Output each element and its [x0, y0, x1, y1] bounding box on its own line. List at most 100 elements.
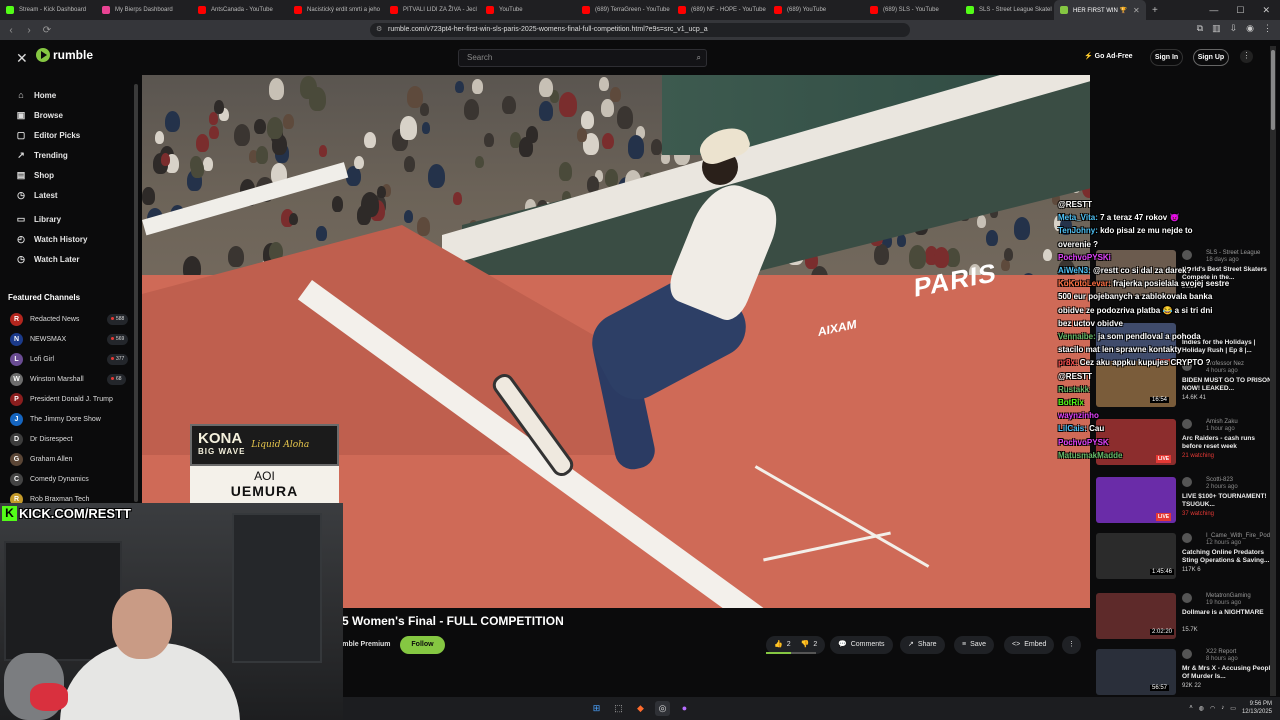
channel-name[interactable]: Amish Zaku: [1206, 419, 1238, 425]
embed-button[interactable]: <> Embed: [1004, 636, 1055, 654]
featured-channel[interactable]: W Winston Marshall 68: [10, 373, 130, 386]
sidebar-scrollbar[interactable]: [134, 84, 138, 502]
sidebar-item-trending[interactable]: ↗ Trending: [16, 150, 68, 161]
go-ad-free-button[interactable]: ⚡ Go Ad-Free: [1084, 52, 1133, 60]
featured-channel[interactable]: L Lofi Girl 377: [10, 353, 130, 366]
sidebar-item-editor-picks[interactable]: ▢ Editor Picks: [16, 130, 81, 141]
channel-name[interactable]: Professor Nez: [1206, 361, 1244, 367]
featured-channel[interactable]: R Redacted News 588: [10, 313, 130, 326]
brave-icon[interactable]: ◆: [633, 701, 648, 716]
battery-icon[interactable]: ▭: [1230, 705, 1236, 712]
sidebar-item-watch-history[interactable]: ◴ Watch History: [16, 234, 87, 245]
featured-channel[interactable]: C Comedy Dynamics: [10, 473, 130, 486]
tray-expand-icon[interactable]: ˄: [1189, 705, 1193, 711]
browser-tab[interactable]: HER FIRST WIN 🏆 ✕: [1054, 0, 1146, 20]
rumble-logo[interactable]: rumble: [36, 48, 93, 62]
channel-name[interactable]: SLS - Street League: [1206, 250, 1260, 256]
featured-channel[interactable]: D Dr Disrespect: [10, 433, 130, 446]
clock-time: 9:56 PM: [1249, 701, 1272, 707]
browser-tab[interactable]: SLS - Street League Skatel: [960, 0, 1054, 20]
channel-name[interactable]: X22 Report: [1206, 649, 1236, 655]
network-icon[interactable]: ◍: [1199, 705, 1204, 712]
app-icon[interactable]: ●: [677, 701, 692, 716]
comments-button[interactable]: 💬 Comments: [830, 636, 893, 654]
more-options-icon[interactable]: ⋮: [1240, 50, 1253, 63]
video-title[interactable]: Catching Online Predators Sting Operatio…: [1182, 549, 1274, 565]
obs-icon[interactable]: ◎: [655, 701, 670, 716]
browser-tab[interactable]: PITVALI LIDI ZA ŽIVA - Jecl: [384, 0, 480, 20]
forward-icon[interactable]: ›: [22, 25, 36, 36]
crowd-person: [472, 79, 483, 95]
recommended-video[interactable]: 56:57 X22 Report 8 hours ago Mr & Mrs X - A…: [1096, 649, 1276, 697]
sidebar-item-home[interactable]: ⌂ Home: [16, 90, 56, 100]
video-title[interactable]: Indies for the Holidays | Holiday Rush |…: [1182, 339, 1274, 355]
video-title[interactable]: Arc Raiders - cash runs before reset wee…: [1182, 435, 1274, 451]
page-scrollbar-thumb[interactable]: [1271, 50, 1275, 130]
browser-tab[interactable]: YouTube: [480, 0, 576, 20]
sidebar-item-shop[interactable]: ▤ Shop: [16, 170, 54, 181]
wifi-icon[interactable]: ◠: [1210, 705, 1215, 712]
close-tab-icon[interactable]: ✕: [1133, 6, 1140, 15]
sign-up-button[interactable]: Sign Up: [1193, 49, 1229, 66]
recommended-video[interactable]: LIVE Amish Zaku 1 hour ago Arc Raiders - ca…: [1096, 419, 1276, 467]
site-info-icon[interactable]: ⚙: [376, 23, 382, 37]
featured-channel[interactable]: G Graham Allen: [10, 453, 130, 466]
recommended-video[interactable]: 16:54 Professor Nez 4 hours ago BIDEN MUST …: [1096, 361, 1276, 409]
featured-channel[interactable]: J The Jimmy Dore Show: [10, 413, 130, 426]
video-title[interactable]: Dollmare is a NIGHTMARE: [1182, 609, 1274, 617]
sidebar-item-browse[interactable]: ▣ Browse: [16, 110, 63, 121]
menu-icon[interactable]: ⋮: [1263, 23, 1272, 34]
channel-name[interactable]: umble Premium: [338, 641, 391, 648]
maximize-icon[interactable]: ☐: [1236, 5, 1244, 16]
minimize-icon[interactable]: —: [1209, 5, 1218, 15]
close-window-icon[interactable]: ✕: [1262, 5, 1270, 16]
video-title[interactable]: Mr & Mrs X - Accusing People Of Murder I…: [1182, 665, 1274, 681]
crowd-person: [142, 187, 155, 205]
back-icon[interactable]: ‹: [4, 25, 18, 36]
share-button[interactable]: ↗ Share: [900, 636, 945, 654]
browser-tab[interactable]: (689) SLS - YouTube: [864, 0, 960, 20]
featured-channel[interactable]: P President Donald J. Trump: [10, 393, 130, 406]
downloads-icon[interactable]: ⇩: [1230, 23, 1238, 34]
follow-button[interactable]: Follow: [400, 636, 445, 654]
clock[interactable]: 9:56 PM 12/13/2025: [1242, 700, 1272, 716]
sign-in-button[interactable]: Sign In: [1150, 49, 1183, 66]
save-button[interactable]: ≡ Save: [954, 636, 995, 654]
sidebar-item-watch-later[interactable]: ◷ Watch Later: [16, 254, 79, 265]
file-explorer-icon[interactable]: ⬚: [611, 701, 626, 716]
sidebar-item-latest[interactable]: ◷ Latest: [16, 190, 58, 201]
new-tab-icon[interactable]: +: [1152, 5, 1158, 16]
channel-name[interactable]: MetatronGaming: [1206, 593, 1251, 599]
recommended-video[interactable]: LIVE Scotti-823 2 hours ago LIVE $100+ TOUR…: [1096, 477, 1276, 525]
sidebar-icon[interactable]: ▥: [1212, 23, 1221, 34]
channel-name[interactable]: Scotti-823: [1206, 477, 1233, 483]
sidebar-item-library[interactable]: ▭ Library: [16, 214, 61, 225]
browser-tab[interactable]: Stream - Kick Dashboard: [0, 0, 96, 20]
start-icon[interactable]: ⊞: [589, 701, 604, 716]
browser-tab[interactable]: Nacistický erdit smrti a jeho: [288, 0, 384, 20]
video-thumbnail[interactable]: [1096, 250, 1176, 296]
search-input[interactable]: Search ⌕: [458, 49, 707, 67]
featured-channel[interactable]: N NEWSMAX 569: [10, 333, 130, 346]
video-title[interactable]: BIDEN MUST GO TO PRISON NOW! LEAKED...: [1182, 377, 1274, 393]
browser-tab[interactable]: AntsCanada - YouTube: [192, 0, 288, 20]
recommended-video[interactable]: 2:02:20 MetatronGaming 19 hours ago Dollmar…: [1096, 593, 1276, 641]
channel-name[interactable]: I_Came_With_Fire_Podc: [1206, 533, 1273, 539]
search-icon[interactable]: ⌕: [697, 50, 701, 66]
browser-tab[interactable]: My Bierps Dashboard: [96, 0, 192, 20]
extensions-icon[interactable]: ⧉: [1197, 23, 1203, 34]
url-field[interactable]: ⚙ rumble.com/v723pt4-her-first-win-sls-pa…: [370, 23, 910, 37]
close-menu-icon[interactable]: ✕: [16, 50, 28, 67]
page-scrollbar[interactable]: [1270, 46, 1276, 696]
browser-tab[interactable]: (689) TerraGreen - YouTube: [576, 0, 672, 20]
reload-icon[interactable]: ⟳: [40, 25, 54, 36]
recommended-video[interactable]: 1:45:46 I_Came_With_Fire_Podc 12 hours ago…: [1096, 533, 1276, 581]
profile-icon[interactable]: ◉: [1246, 23, 1254, 34]
volume-icon[interactable]: ♪: [1221, 705, 1224, 711]
more-actions-icon[interactable]: ⋮: [1062, 636, 1081, 654]
video-title[interactable]: LIVE $100+ TOURNAMENT! TSUGUK...: [1182, 493, 1274, 509]
browser-tab[interactable]: (689) YouTube: [768, 0, 864, 20]
recommended-video[interactable]: SLS - Street League 18 days ago World's Be…: [1096, 250, 1276, 298]
video-title[interactable]: World's Best Street Skaters Compete in t…: [1182, 266, 1274, 282]
browser-tab[interactable]: (689) NF - HOPE - YouTube: [672, 0, 768, 20]
